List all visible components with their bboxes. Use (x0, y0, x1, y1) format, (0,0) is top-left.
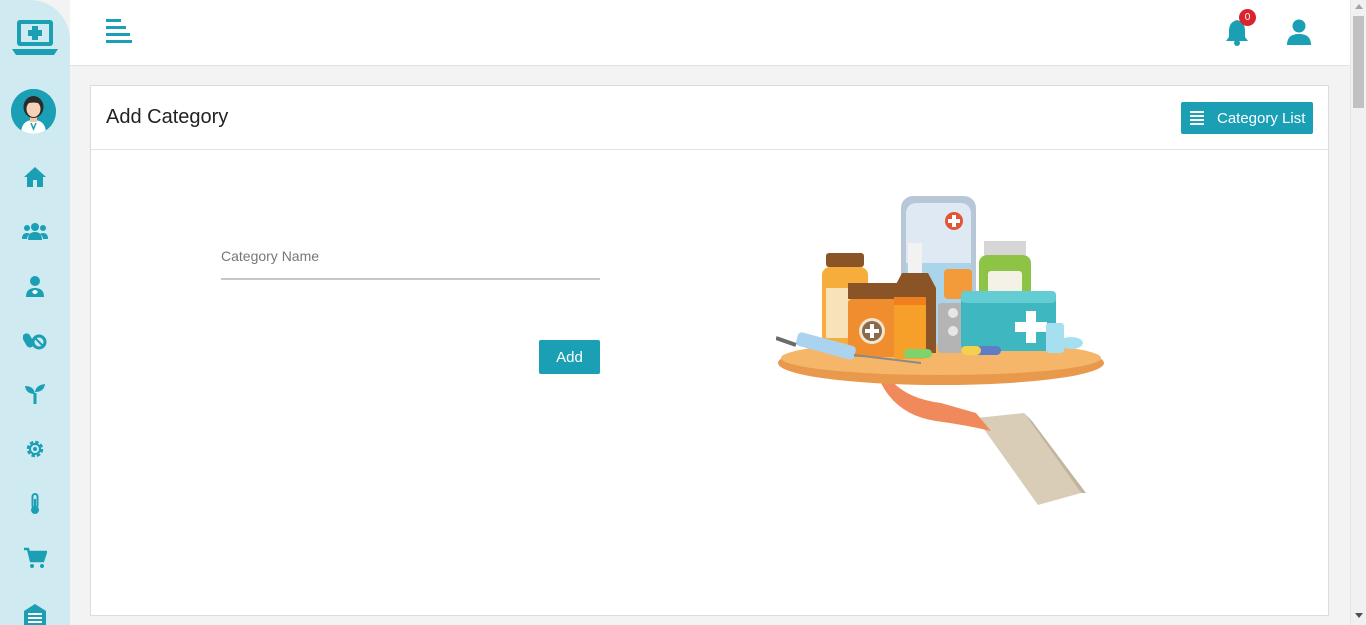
medical-laptop-icon[interactable] (12, 18, 58, 58)
home-icon[interactable] (22, 164, 48, 190)
menu-toggle-icon[interactable] (106, 19, 132, 43)
thermometer-icon[interactable] (22, 491, 48, 517)
top-navbar: 0 (70, 0, 1350, 66)
page-title: Add Category (106, 106, 229, 128)
pills-icon[interactable] (22, 327, 48, 353)
doctor-avatar[interactable] (11, 89, 56, 134)
category-name-field (221, 236, 600, 280)
notification-badge: 0 (1239, 9, 1256, 26)
scroll-up-arrow-icon[interactable] (1355, 4, 1363, 9)
doctor-icon[interactable] (22, 273, 48, 299)
page-scrollbar[interactable] (1350, 0, 1366, 625)
category-name-input[interactable] (221, 244, 591, 268)
category-list-label: Category List (1217, 109, 1306, 127)
medicine-tray-illustration (776, 196, 1104, 505)
scroll-thumb[interactable] (1353, 16, 1364, 108)
warehouse-icon[interactable] (22, 601, 48, 625)
list-icon (1190, 111, 1204, 125)
users-icon[interactable] (22, 218, 48, 244)
add-category-card: Add Category Category List Add (90, 85, 1329, 616)
sidebar (0, 0, 70, 625)
category-list-button[interactable]: Category List (1181, 102, 1313, 134)
cart-icon[interactable] (22, 545, 48, 571)
sprout-icon[interactable] (22, 381, 48, 407)
scroll-down-arrow-icon[interactable] (1355, 613, 1363, 618)
add-button[interactable]: Add (539, 340, 600, 374)
gear-icon[interactable] (22, 436, 48, 462)
user-profile-icon[interactable] (1286, 19, 1312, 45)
card-header: Add Category Category List (91, 86, 1328, 150)
